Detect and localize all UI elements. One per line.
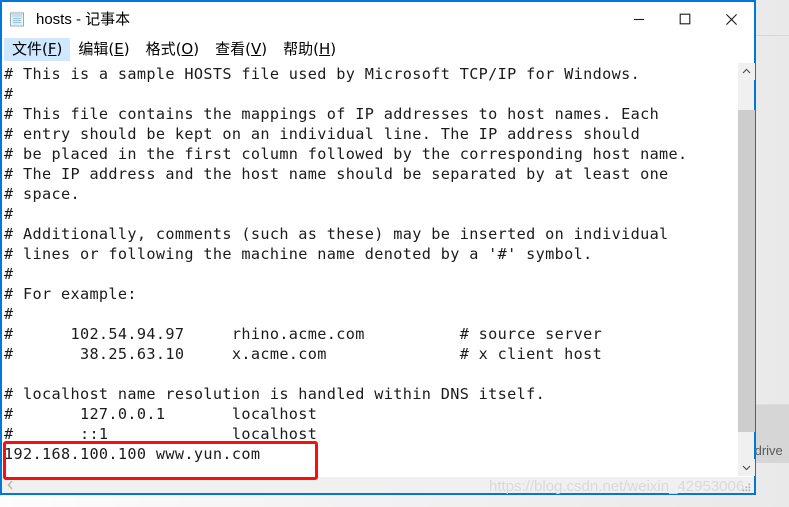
text-line: # 38.25.63.10 x.acme.com # x client host — [4, 345, 603, 363]
menu-item-edit-close-paren: ) — [123, 39, 130, 58]
window-controls — [616, 2, 754, 36]
vertical-scrollbar-thumb[interactable] — [738, 110, 755, 432]
text-line: # — [4, 305, 14, 323]
menu-item-file-accel: F — [47, 39, 57, 58]
menu-item-edit[interactable]: 编辑(E) — [70, 38, 137, 62]
menu-item-file[interactable]: 文件(F) — [4, 37, 71, 62]
text-line: # For example: — [4, 285, 137, 303]
text-content: # This is a sample HOSTS file used by Mi… — [4, 64, 688, 464]
close-button[interactable] — [708, 2, 754, 36]
text-line: # — [4, 265, 14, 283]
menu-item-format-accel: O — [181, 39, 194, 58]
menu-item-help-close-paren: ) — [330, 39, 337, 58]
scroll-up-icon[interactable] — [738, 63, 755, 80]
text-line: # space. — [4, 185, 80, 203]
text-line: # 102.54.94.97 rhino.acme.com # source s… — [4, 325, 603, 343]
editor-area: # This is a sample HOSTS file used by Mi… — [2, 63, 755, 493]
window-title: hosts - 记事本 — [36, 10, 131, 28]
menu-item-view-close-paren: ) — [261, 39, 268, 58]
text-line: # The IP address and the host name shoul… — [4, 165, 669, 183]
background-divider-top — [752, 35, 789, 36]
menu-item-help-accel: H — [318, 39, 331, 58]
text-line: # Additionally, comments (such as these)… — [4, 225, 669, 243]
menu-bar: 文件(F) 编辑(E) 格式(O) 查看(V) 帮助(H) — [2, 36, 754, 63]
maximize-button[interactable] — [662, 2, 708, 36]
menu-item-file-close-paren: ) — [56, 39, 63, 58]
menu-item-view-accel: V — [250, 39, 262, 58]
horizontal-scrollbar-track[interactable] — [19, 477, 754, 493]
menu-item-view-label: 查看( — [215, 39, 251, 58]
menu-item-help-label: 帮助( — [283, 39, 319, 58]
text-line: # This file contains the mappings of IP … — [4, 105, 660, 123]
menu-item-edit-label: 编辑( — [78, 39, 115, 58]
menu-item-format[interactable]: 格式(O) — [138, 38, 208, 62]
notepad-icon — [9, 10, 27, 28]
text-line: # localhost name resolution is handled w… — [4, 385, 546, 403]
menu-item-view[interactable]: 查看(V) — [207, 38, 275, 62]
menu-item-edit-accel: E — [114, 39, 124, 58]
text-editor[interactable]: # This is a sample HOSTS file used by Mi… — [2, 63, 737, 476]
resize-grip[interactable] — [741, 480, 753, 492]
text-line: # ::1 localhost — [4, 425, 318, 443]
minimize-button[interactable] — [616, 2, 662, 36]
text-line: # This is a sample HOSTS file used by Mi… — [4, 65, 641, 83]
text-line: # be placed in the first column followed… — [4, 145, 688, 163]
menu-item-format-close-paren: ) — [193, 39, 200, 58]
vertical-scrollbar[interactable] — [737, 63, 755, 476]
menu-item-help[interactable]: 帮助(H) — [275, 38, 344, 62]
notepad-window: hosts - 记事本 文件(F) 编辑(E) 格式(O) 查看(V) 帮助(H… — [0, 0, 756, 495]
text-line: 192.168.100.100 www.yun.com — [4, 445, 261, 463]
menu-item-format-label: 格式( — [145, 39, 182, 58]
text-line: # lines or following the machine name de… — [4, 245, 593, 263]
text-line — [4, 364, 688, 384]
text-line: # 127.0.0.1 localhost — [4, 405, 318, 423]
menu-item-file-label: 文件( — [12, 39, 48, 58]
scroll-down-icon[interactable] — [738, 459, 755, 476]
scroll-left-icon[interactable] — [2, 477, 19, 493]
editor-row: # This is a sample HOSTS file used by Mi… — [2, 63, 755, 476]
title-bar[interactable]: hosts - 记事本 — [2, 2, 754, 36]
text-line: # — [4, 85, 14, 103]
horizontal-scrollbar[interactable] — [2, 476, 754, 493]
text-line: # entry should be kept on an individual … — [4, 125, 641, 143]
text-line: # — [4, 205, 14, 223]
